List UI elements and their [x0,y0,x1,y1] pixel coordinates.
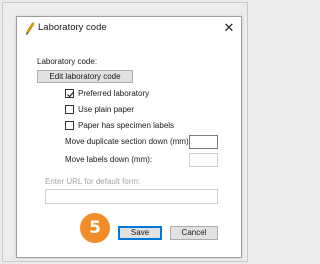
laboratory-code-label: Laboratory code: [37,57,98,66]
paper-has-specimen-labels-label: Paper has specimen labels [78,121,175,130]
cancel-button[interactable]: Cancel [170,226,218,240]
title-bar: Laboratory code ✕ [17,17,241,41]
move-duplicate-section-label: Move duplicate section down (mm): [65,137,191,146]
pen-icon [25,22,35,36]
preferred-laboratory-checkbox[interactable] [65,89,75,98]
move-duplicate-section-input[interactable] [189,135,218,149]
close-icon[interactable]: ✕ [221,20,237,36]
laboratory-code-dialog: Laboratory code ✕ Laboratory code: Edit … [16,16,242,258]
paper-has-specimen-labels-checkbox[interactable] [65,121,74,130]
preferred-laboratory-label: Preferred laboratory [78,89,150,98]
move-labels-down-input[interactable] [189,153,218,167]
use-plain-paper-label: Use plain paper [78,105,135,114]
use-plain-paper-checkbox[interactable] [65,105,74,114]
step-number-badge: 5 [80,213,110,243]
window-title: Laboratory code [38,22,107,33]
edit-laboratory-code-button[interactable]: Edit laboratory code [37,70,133,83]
default-form-url-input[interactable] [45,189,218,204]
move-labels-down-label: Move labels down (mm): [65,155,153,164]
default-form-url-label: Enter URL for default form: [45,177,141,186]
checkmark-icon [67,91,75,98]
save-button[interactable]: Save [118,226,162,240]
